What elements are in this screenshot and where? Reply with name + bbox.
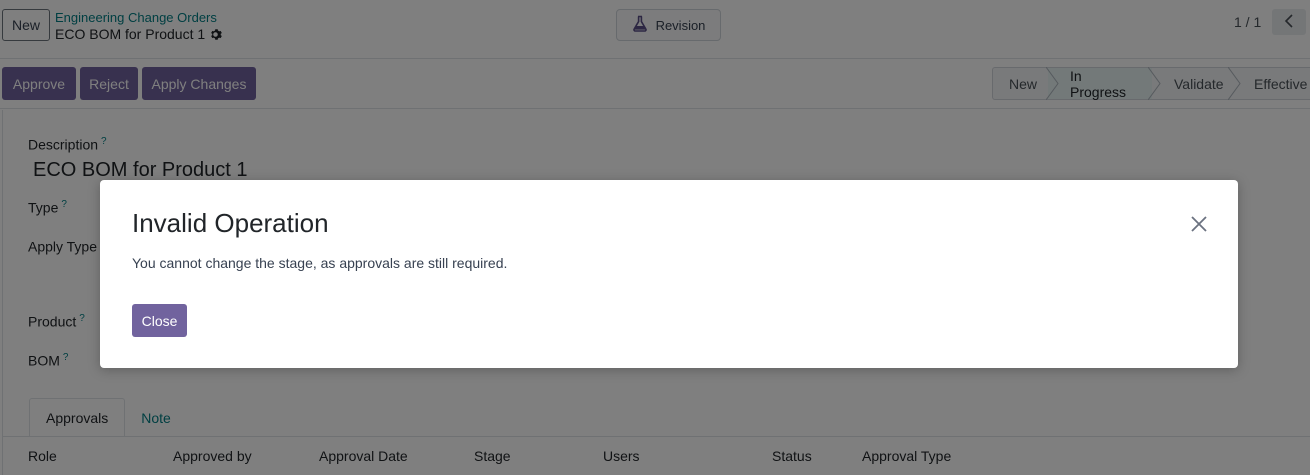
invalid-operation-dialog: Invalid Operation You cannot change the …: [100, 180, 1238, 368]
dialog-message: You cannot change the stage, as approval…: [132, 255, 508, 271]
dialog-close-button[interactable]: Close: [132, 304, 187, 337]
dialog-title: Invalid Operation: [132, 208, 329, 238]
dialog-close-icon[interactable]: [1188, 213, 1210, 235]
